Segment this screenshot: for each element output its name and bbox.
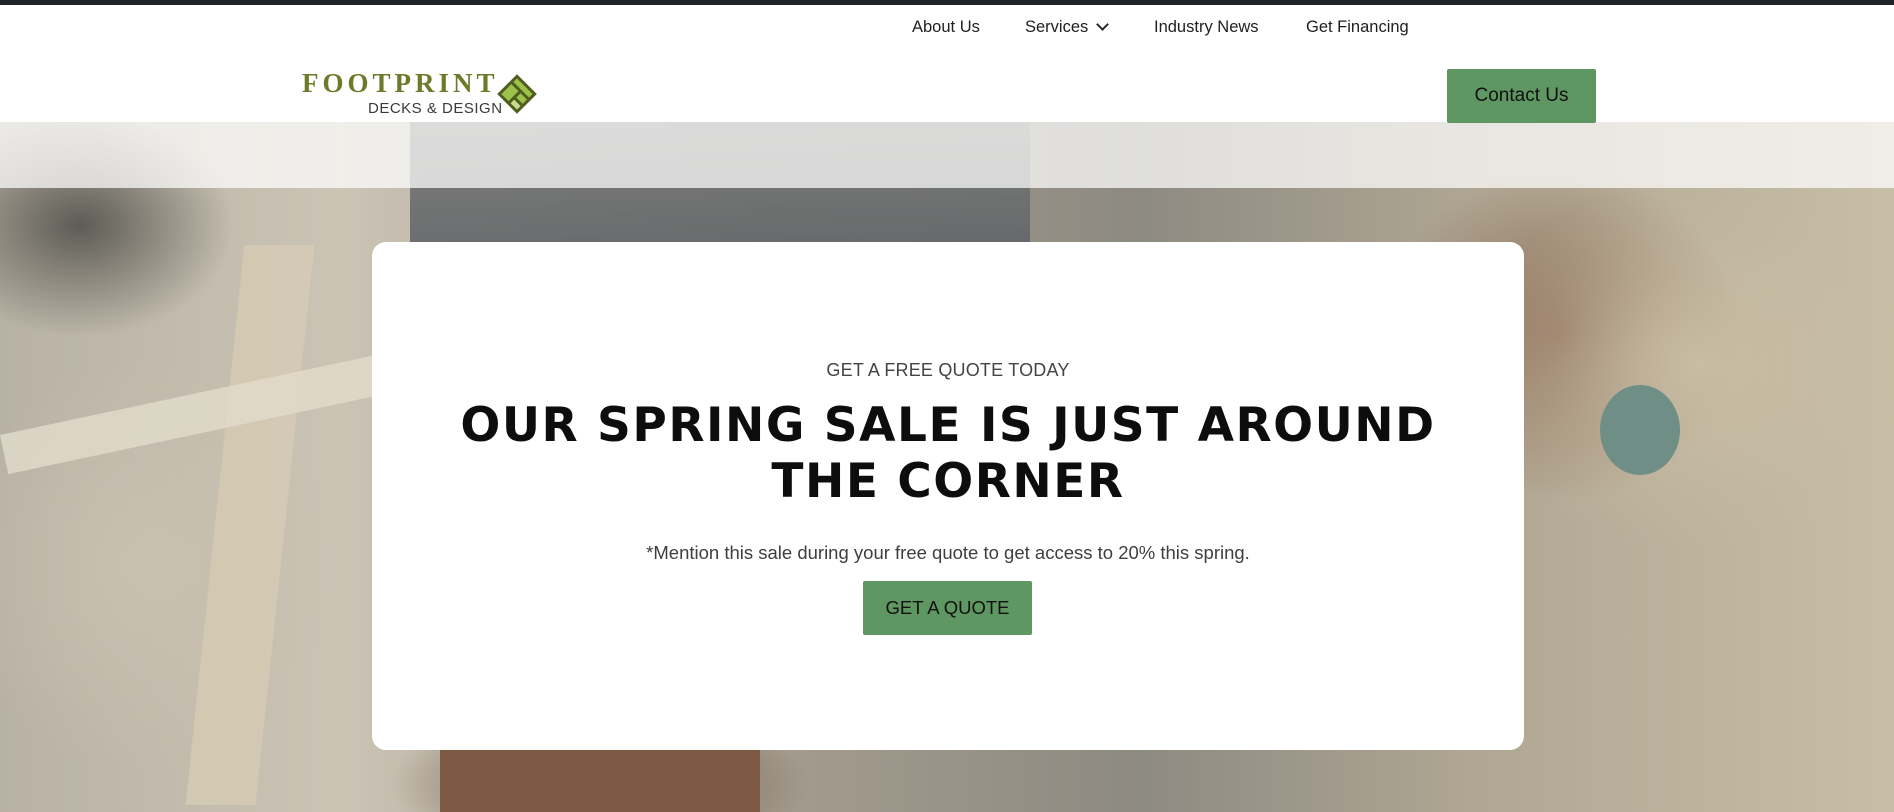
site-logo[interactable]: FOOTPRINT DECKS & DESIGN — [300, 68, 540, 124]
promo-subtext: *Mention this sale during your free quot… — [646, 542, 1250, 563]
logo-tagline: DECKS & DESIGN — [368, 100, 503, 117]
nav-industry-news-label: Industry News — [1154, 17, 1259, 36]
contact-us-button[interactable]: Contact Us — [1447, 69, 1596, 123]
nav-about-us[interactable]: About Us — [912, 0, 980, 54]
nav-services-label: Services — [1025, 17, 1089, 36]
promo-card: GET A FREE QUOTE TODAY OUR SPRING SALE I… — [372, 242, 1524, 750]
logo-diamond-icon — [497, 74, 537, 114]
promo-eyebrow: GET A FREE QUOTE TODAY — [826, 360, 1070, 380]
promo-headline: OUR SPRING SALE IS JUST AROUND THE CORNE… — [460, 398, 1436, 509]
get-a-quote-button[interactable]: GET A QUOTE — [863, 581, 1032, 635]
hero-stone-path — [185, 245, 315, 805]
nav-services[interactable]: Services — [1025, 0, 1110, 54]
hero-tree — [1600, 385, 1680, 475]
chevron-down-icon — [1096, 17, 1110, 31]
header-overlay — [0, 122, 1894, 188]
nav-about-us-label: About Us — [912, 17, 980, 36]
logo-wordmark: FOOTPRINT — [302, 68, 499, 98]
hero-stone-wall — [0, 355, 381, 475]
hero-deck — [440, 745, 760, 812]
nav-industry-news[interactable]: Industry News — [1154, 0, 1259, 54]
nav-get-financing[interactable]: Get Financing — [1306, 0, 1409, 54]
nav-get-financing-label: Get Financing — [1306, 17, 1409, 36]
